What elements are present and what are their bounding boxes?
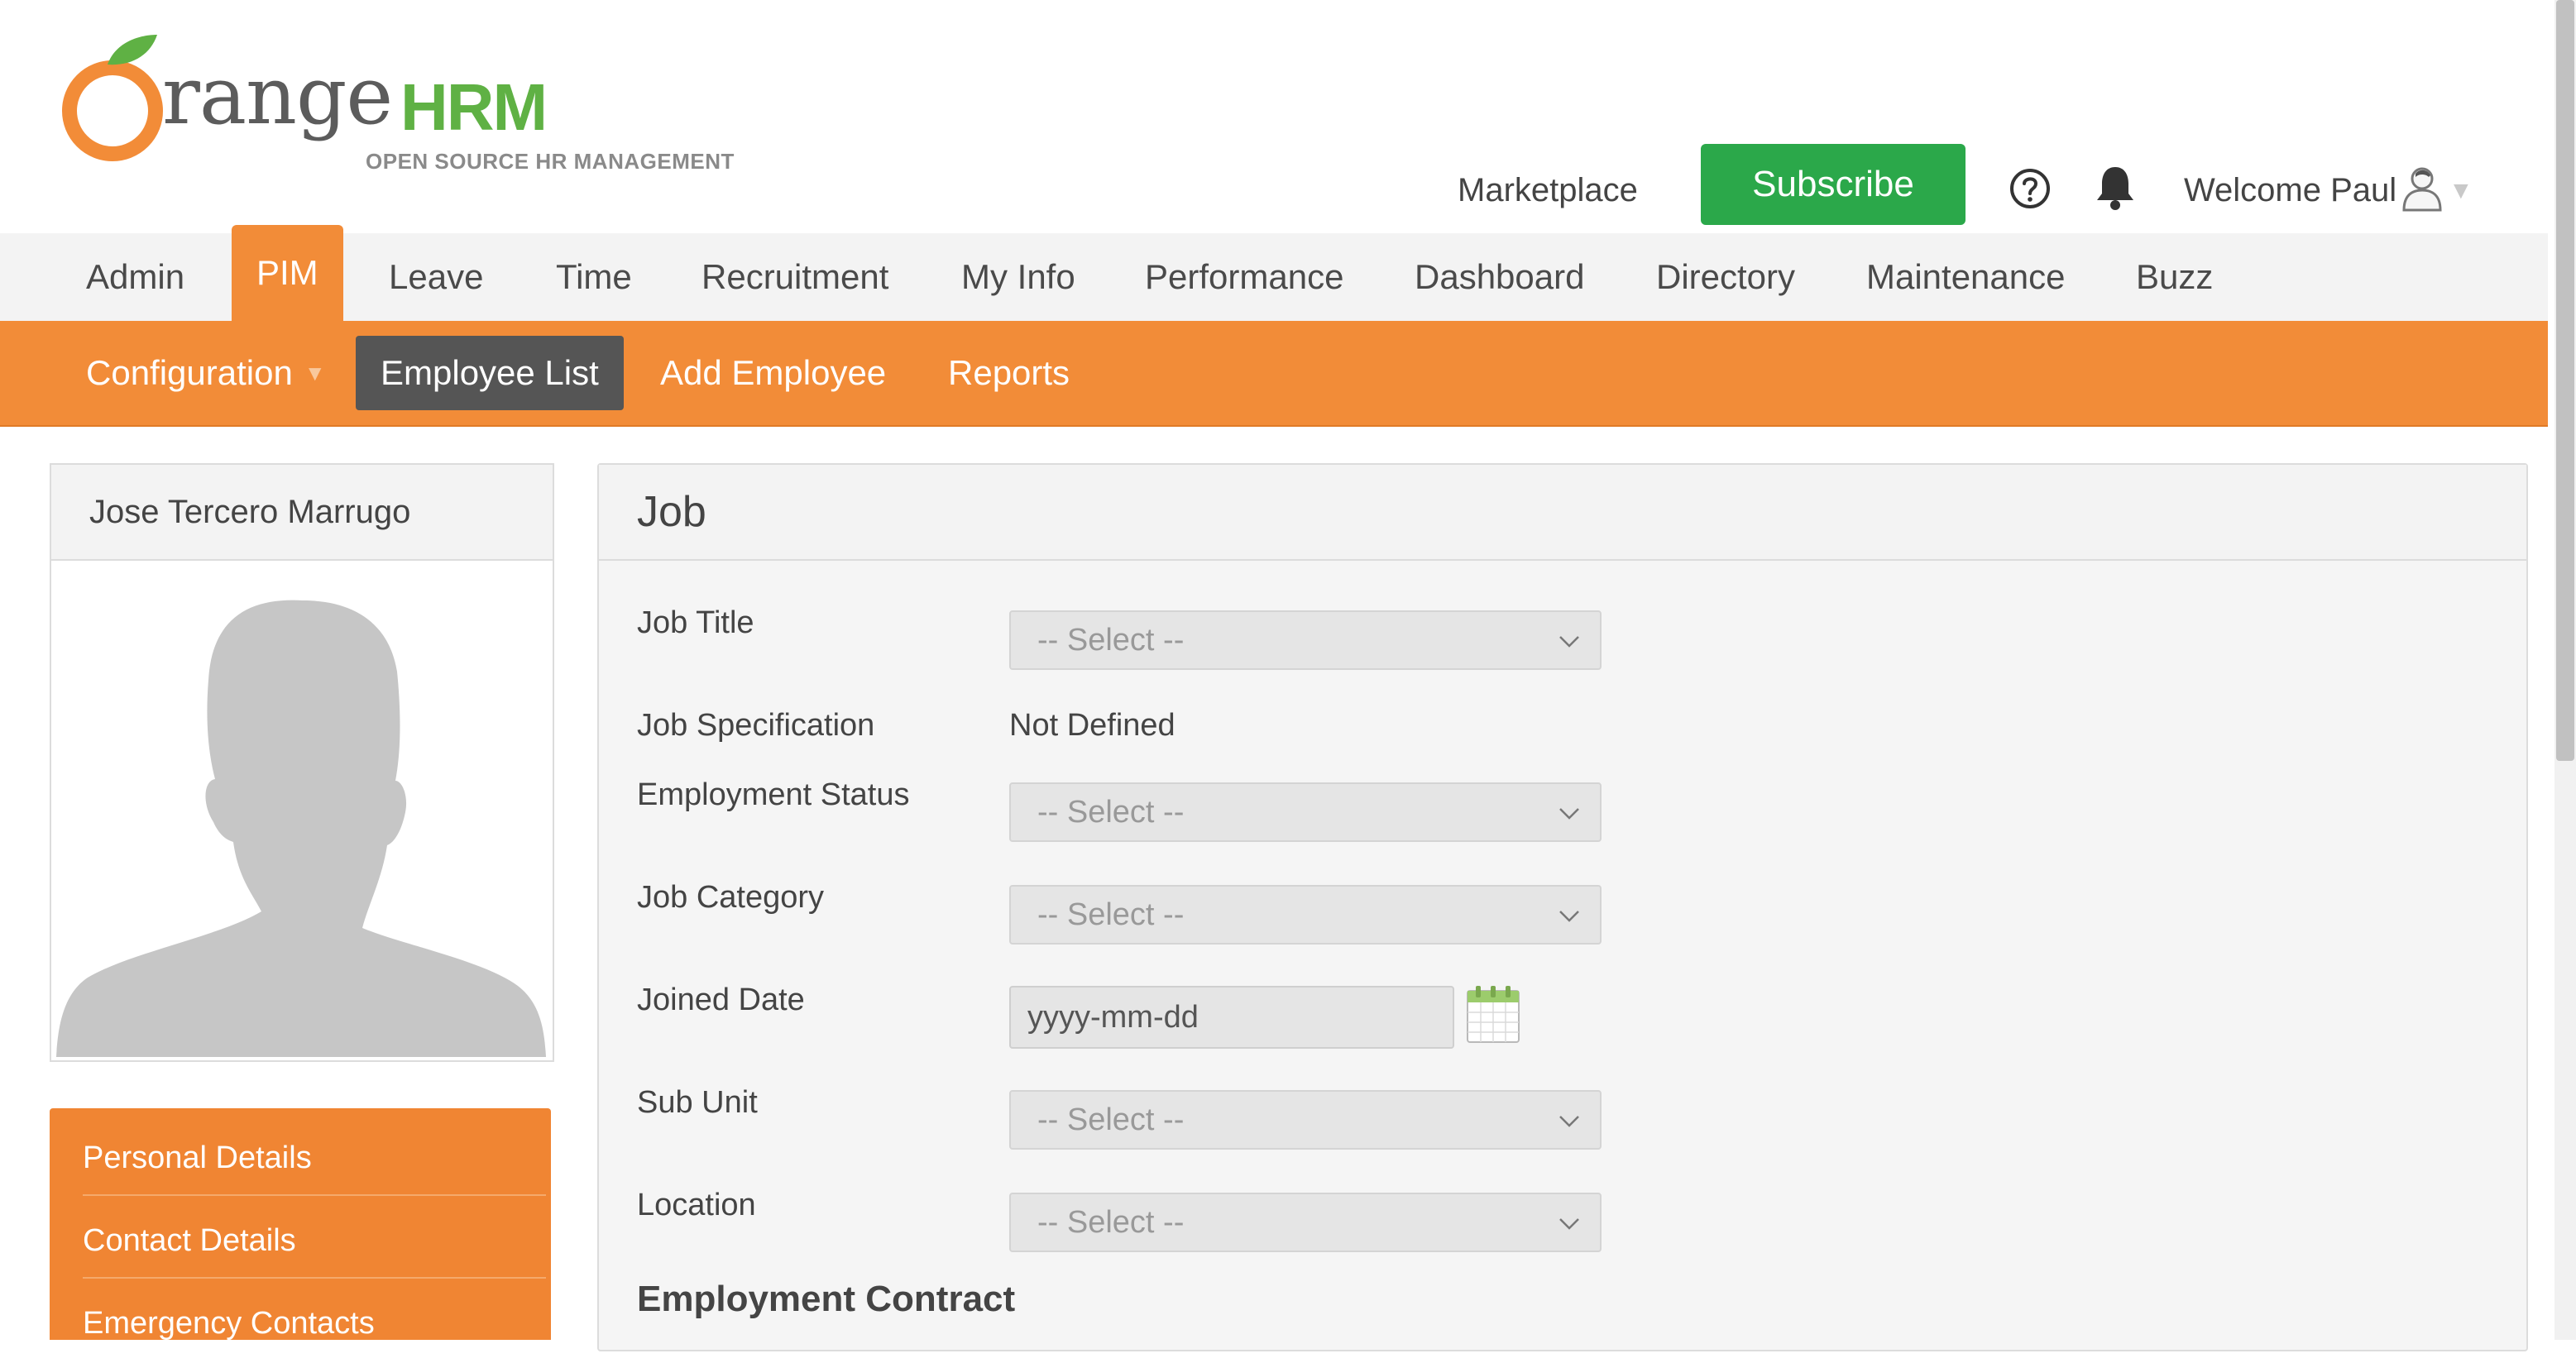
job-category-select[interactable]: -- Select -- [1009, 885, 1602, 945]
employment-contract-heading: Employment Contract [637, 1279, 1016, 1319]
job-title-label: Job Title [637, 605, 754, 640]
nav-maintenance[interactable]: Maintenance [1866, 233, 2066, 321]
sub-nav: Configuration ▼ Employee List Add Employ… [0, 321, 2548, 427]
chevron-down-icon [1559, 808, 1579, 820]
side-menu-divider [83, 1194, 546, 1196]
job-specification-label: Job Specification [637, 708, 875, 743]
nav-directory[interactable]: Directory [1656, 233, 1795, 321]
sub-unit-label: Sub Unit [637, 1085, 758, 1120]
user-avatar-icon[interactable] [2401, 165, 2444, 212]
main-nav: Admin PIM Leave Time Recruitment My Info… [0, 225, 2548, 322]
employment-status-select[interactable]: -- Select -- [1009, 782, 1602, 842]
subnav-reports[interactable]: Reports [948, 321, 1070, 425]
joined-date-label: Joined Date [637, 983, 805, 1017]
help-icon[interactable] [2009, 167, 2052, 210]
side-menu-divider [83, 1277, 546, 1279]
nav-recruitment[interactable]: Recruitment [701, 233, 888, 321]
profile-card: Jose Tercero Marrugo [50, 463, 554, 1062]
location-select[interactable]: -- Select -- [1009, 1193, 1602, 1252]
nav-pim[interactable]: PIM [232, 225, 343, 321]
job-category-label: Job Category [637, 880, 825, 915]
profile-photo-placeholder[interactable] [55, 564, 549, 1057]
job-panel-title: Job [599, 465, 2526, 561]
subnav-add-employee[interactable]: Add Employee [660, 321, 886, 425]
nav-dashboard[interactable]: Dashboard [1415, 233, 1584, 321]
calendar-icon[interactable] [1466, 984, 1520, 1044]
chevron-down-icon [1559, 911, 1579, 922]
nav-my-info[interactable]: My Info [961, 233, 1075, 321]
location-label: Location [637, 1188, 756, 1222]
logo-hrm-text: HRM [400, 70, 548, 144]
job-category-select-value: -- Select -- [1037, 897, 1185, 932]
nav-admin[interactable]: Admin [86, 233, 184, 321]
subscribe-button[interactable]: Subscribe [1701, 144, 1966, 225]
employee-name: Jose Tercero Marrugo [51, 465, 553, 561]
logo-tagline: OPEN SOURCE HR MANAGEMENT [366, 149, 735, 174]
job-specification-value: Not Defined [1009, 708, 1175, 743]
logo-text: range [162, 50, 393, 142]
welcome-text[interactable]: Welcome Paul [2184, 172, 2396, 209]
chevron-down-icon [1559, 636, 1579, 648]
subnav-configuration[interactable]: Configuration ▼ [86, 321, 326, 425]
nav-performance[interactable]: Performance [1145, 233, 1343, 321]
employment-status-label: Employment Status [637, 777, 910, 812]
job-panel: Job Job Title -- Select -- Job Specifica… [597, 463, 2528, 1351]
page-scrollbar-thumb[interactable] [2556, 0, 2574, 761]
orange-fruit-icon [62, 35, 163, 161]
bell-icon[interactable] [2093, 164, 2138, 212]
nav-leave[interactable]: Leave [389, 233, 483, 321]
job-title-select-value: -- Select -- [1037, 622, 1185, 658]
job-title-select[interactable]: -- Select -- [1009, 610, 1602, 670]
subnav-employee-list[interactable]: Employee List [356, 336, 624, 410]
marketplace-link[interactable]: Marketplace [1458, 174, 1638, 207]
subnav-configuration-label: Configuration [86, 353, 293, 392]
chevron-down-icon: ▼ [304, 360, 326, 385]
user-menu-chevron-down-icon[interactable]: ▼ [2449, 177, 2473, 205]
location-select-value: -- Select -- [1037, 1204, 1185, 1240]
sub-unit-select-value: -- Select -- [1037, 1102, 1185, 1137]
side-menu-emergency-contacts[interactable]: Emergency Contacts [83, 1284, 546, 1363]
profile-side-menu: Personal Details Contact Details Emergen… [50, 1108, 551, 1341]
joined-date-input[interactable]: yyyy-mm-dd [1009, 986, 1454, 1049]
nav-buzz[interactable]: Buzz [2136, 233, 2213, 321]
chevron-down-icon [1559, 1218, 1579, 1230]
nav-time[interactable]: Time [556, 233, 632, 321]
chevron-down-icon [1559, 1116, 1579, 1127]
side-menu-personal-details[interactable]: Personal Details [83, 1118, 546, 1198]
side-menu-contact-details[interactable]: Contact Details [83, 1201, 546, 1280]
sub-unit-select[interactable]: -- Select -- [1009, 1090, 1602, 1150]
employment-status-select-value: -- Select -- [1037, 794, 1185, 830]
